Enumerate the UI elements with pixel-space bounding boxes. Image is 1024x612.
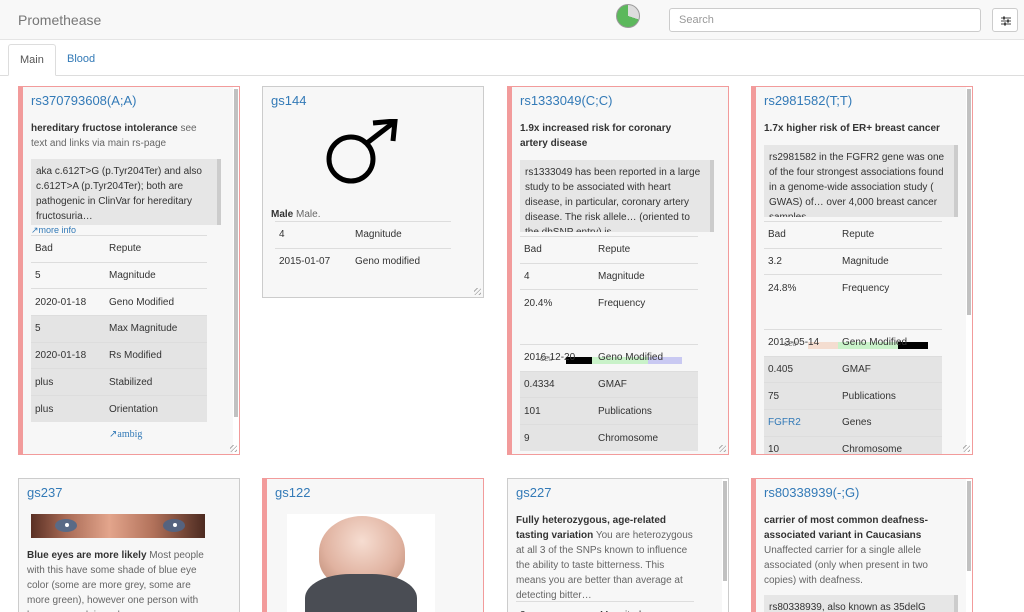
search-input[interactable] — [669, 8, 981, 32]
card-attributes: 2016-12-20 Geno Modified 0.4334 GMAF 101 Pu… — [520, 344, 698, 452]
card-summary: Blue eyes are more likely Most people wi… — [27, 550, 204, 612]
table-row: 2016-12-20 Geno Modified — [520, 344, 698, 372]
table-row: 2015-01-07 Geno modified — [275, 247, 451, 275]
card-title-link[interactable]: gs144 — [271, 93, 483, 108]
genotype-card: rs2981582(T;T) 1.7x higher risk of ER+ b… — [751, 86, 973, 455]
table-row: 0.405 GMAF — [764, 355, 942, 383]
table-row: 9 Chromosome — [520, 424, 698, 452]
gene-link[interactable]: FGFR2 — [764, 409, 838, 437]
card-description: rs1333049 has been reported in a large s… — [520, 160, 714, 232]
tab-bar: Main Blood — [0, 40, 1024, 76]
genoset-card: gs237 Blue eyes are more likely Most peo… — [18, 478, 240, 612]
card-summary: carrier of most common deafness-associat… — [764, 515, 928, 586]
table-row: Bad Repute — [31, 235, 207, 263]
genotype-card: rs370793608(A;A) hereditary fructose int… — [18, 86, 240, 455]
table-row: 20.4% Frequency — [520, 289, 698, 317]
table-row: 4 Magnitude — [275, 221, 451, 249]
card-summary: Male Male. — [271, 209, 321, 220]
table-row: 24.8% Frequency — [764, 274, 942, 302]
table-row: 3Magnitude — [516, 601, 694, 612]
settings-button[interactable] — [992, 8, 1018, 32]
card-title-link[interactable]: rs370793608(A;A) — [31, 93, 239, 108]
top-navbar: Promethease — [0, 0, 1024, 40]
resize-grip-icon[interactable] — [230, 445, 237, 452]
card-title-link[interactable]: gs227 — [516, 485, 728, 500]
table-row: 101 Publications — [520, 397, 698, 425]
resize-grip-icon[interactable] — [719, 445, 726, 452]
card-summary: hereditary fructose intolerance see text… — [31, 121, 211, 151]
table-row: 5 Magnitude — [31, 261, 207, 289]
progress-pie-icon — [616, 4, 640, 28]
card-title-link[interactable]: rs80338939(-;G) — [764, 485, 972, 500]
card-attributes: 4 Magnitude 2015-01-07 Geno modified — [275, 221, 451, 275]
external-link-icon: ↗ — [31, 225, 39, 235]
card-attributes: Bad Repute 5 Magnitude 2020-01-18 Geno Modi… — [31, 235, 207, 423]
genoset-card: gs227 Fully heterozygous, age-related ta… — [507, 478, 729, 612]
card-description: rs80338939, also known as 35delG — [764, 595, 958, 612]
genotype-card: rs1333049(C;C) 1.9x increased risk for c… — [507, 86, 729, 455]
resize-grip-icon[interactable] — [474, 288, 481, 295]
tab-blood[interactable]: Blood — [56, 44, 106, 76]
card-summary: Fully heterozygous, age-related tasting … — [516, 515, 693, 601]
card-summary: 1.7x higher risk of ER+ breast cancer — [764, 123, 940, 134]
card-scrollbar[interactable] — [966, 479, 972, 612]
table-row: plus Orientation — [31, 395, 207, 423]
card-attributes: 2013-05-14 Geno Modified 0.405 GMAF 75 Publ… — [764, 329, 942, 454]
table-row: 4 Magnitude — [520, 262, 698, 290]
table-row: 2020-01-18 Geno Modified — [31, 288, 207, 316]
summary-bold: hereditary fructose intolerance — [31, 123, 178, 134]
card-summary: 1.9x increased risk for coronary artery … — [520, 123, 672, 149]
card-scrollbar[interactable] — [966, 87, 972, 454]
table-row: 75 Publications — [764, 382, 942, 410]
genoset-card: gs122 — [262, 478, 484, 612]
sliders-icon — [1001, 16, 1011, 26]
card-title-link[interactable]: rs1333049(C;C) — [520, 93, 728, 108]
card-attributes: 3Magnitude — [516, 601, 694, 612]
table-row: Bad Repute — [764, 221, 942, 249]
card-scrollbar[interactable] — [722, 479, 728, 612]
app-brand[interactable]: Promethease — [18, 12, 101, 28]
tab-main[interactable]: Main — [8, 44, 56, 76]
table-row: 0.4334 GMAF — [520, 370, 698, 398]
table-row: plus Stabilized — [31, 368, 207, 396]
table-row: 2013-05-14 Geno Modified — [764, 329, 942, 357]
table-row: 3.2 Magnitude — [764, 247, 942, 275]
card-title-link[interactable]: rs2981582(T;T) — [764, 93, 972, 108]
card-title-link[interactable]: gs237 — [27, 485, 239, 500]
blue-eyes-image — [31, 514, 205, 538]
card-title-link[interactable]: gs122 — [275, 485, 483, 500]
table-row: 2020-01-18 Rs Modified — [31, 341, 207, 369]
card-description: rs2981582 in the FGFR2 gene was one of t… — [764, 145, 958, 217]
table-row: Bad Repute — [520, 236, 698, 264]
baldness-image — [287, 514, 435, 612]
table-row: FGFR2 Genes — [764, 409, 942, 437]
table-row: 5 Max Magnitude — [31, 315, 207, 343]
card-scrollbar[interactable] — [233, 87, 239, 454]
table-row: 10 Chromosome — [764, 435, 942, 454]
card-attributes: Bad Repute 3.2 Magnitude 24.8% Frequency — [764, 221, 942, 302]
card-description: aka c.612T>G (p.Tyr204Ter) and also c.61… — [31, 159, 221, 225]
genoset-card: gs144 Male Male. 4 Magnitude 2015-01-07 Ge… — [262, 86, 484, 298]
male-symbol-icon — [326, 119, 398, 184]
resize-grip-icon[interactable] — [963, 445, 970, 452]
genotype-card: rs80338939(-;G) carrier of most common d… — [751, 478, 973, 612]
card-attributes: Bad Repute 4 Magnitude 20.4% Frequency — [520, 236, 698, 317]
ambig-link[interactable]: ↗ambig — [109, 429, 142, 440]
